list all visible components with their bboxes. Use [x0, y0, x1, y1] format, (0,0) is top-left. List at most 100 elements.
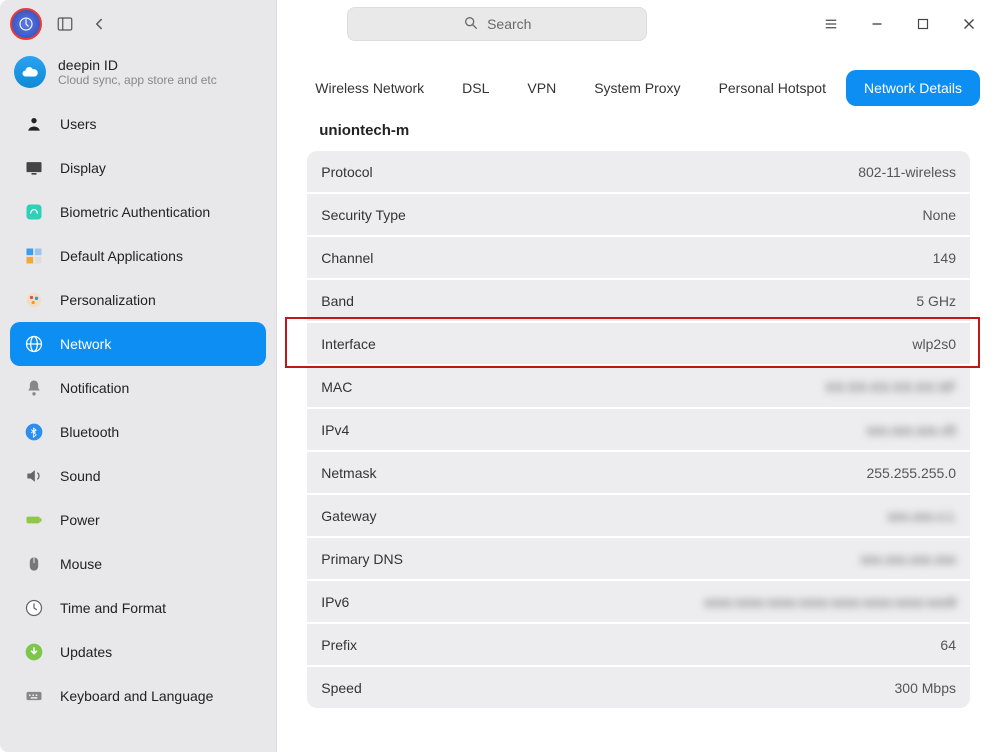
sidebar-item-label: Updates: [60, 644, 112, 660]
sidebar-item-label: Default Applications: [60, 248, 183, 264]
detail-label: Interface: [321, 336, 375, 352]
detail-value: xxx.xxx.xxx.x5: [867, 422, 956, 438]
menu-button[interactable]: [814, 7, 848, 41]
sidebar-header: [0, 0, 276, 48]
network-icon: [22, 332, 46, 356]
mouse-icon: [22, 552, 46, 576]
apps-icon: [22, 244, 46, 268]
tab-label: Network Details: [864, 80, 962, 96]
app-logo-icon: [10, 8, 42, 40]
detail-value: XX:XX:XX:XX:XX:XF: [825, 379, 956, 395]
detail-label: Primary DNS: [321, 551, 403, 567]
hamburger-icon: [822, 15, 840, 33]
detail-label: Protocol: [321, 164, 372, 180]
close-button[interactable]: [952, 7, 986, 41]
minimize-button[interactable]: [860, 7, 894, 41]
bluetooth-icon: [22, 420, 46, 444]
detail-label: Speed: [321, 680, 361, 696]
clock-icon: [22, 596, 46, 620]
maximize-icon: [914, 15, 932, 33]
tab-label: VPN: [527, 80, 556, 96]
detail-row: Band 5 GHz: [307, 280, 970, 321]
detail-row: Netmask255.255.255.0: [307, 452, 970, 493]
account-row[interactable]: deepin ID Cloud sync, app store and etc: [0, 48, 276, 96]
speaker-icon: [22, 464, 46, 488]
detail-label: MAC: [321, 379, 352, 395]
sidebar-item-label: Biometric Authentication: [60, 204, 210, 220]
detail-row: Primary DNS xxx.xxx.xxx.xxx: [307, 538, 970, 579]
search-icon: [463, 15, 479, 34]
sidebar-item-label: Personalization: [60, 292, 156, 308]
close-icon: [960, 15, 978, 33]
detail-value: xxx.xxx.x.L: [888, 508, 956, 524]
keyboard-icon: [22, 684, 46, 708]
minimize-icon: [868, 15, 886, 33]
sidebar-item-label: Display: [60, 160, 106, 176]
search-input[interactable]: Search: [347, 7, 647, 41]
sidebar-item-bluetooth[interactable]: Bluetooth: [10, 410, 266, 454]
tab-label: Wireless Network: [315, 80, 424, 96]
account-text: deepin ID Cloud sync, app store and etc: [58, 57, 217, 87]
sidebar-item-sound[interactable]: Sound: [10, 454, 266, 498]
tab-label: System Proxy: [594, 80, 680, 96]
sidebar-item-label: Network: [60, 336, 111, 352]
sidebar-item-default-apps[interactable]: Default Applications: [10, 234, 266, 278]
tab-system-proxy[interactable]: System Proxy: [576, 70, 698, 106]
sidebar-item-updates[interactable]: Updates: [10, 630, 266, 674]
sidebar-toggle-icon[interactable]: [54, 13, 76, 35]
battery-icon: [22, 508, 46, 532]
tab-label: Personal Hotspot: [719, 80, 826, 96]
bell-icon: [22, 376, 46, 400]
section-title: uniontech-m: [307, 120, 970, 151]
tab-vpn[interactable]: VPN: [509, 70, 574, 106]
sidebar-item-biometric[interactable]: Biometric Authentication: [10, 190, 266, 234]
detail-row: IPv4 xxx.xxx.xxx.x5: [307, 409, 970, 450]
sidebar-item-keyboard[interactable]: Keyboard and Language: [10, 674, 266, 718]
sidebar-item-label: Keyboard and Language: [60, 688, 213, 704]
account-sub: Cloud sync, app store and etc: [58, 73, 217, 87]
tab-wireless[interactable]: Wireless Network: [297, 70, 442, 106]
sidebar-item-power[interactable]: Power: [10, 498, 266, 542]
search-placeholder: Search: [487, 16, 531, 32]
detail-value: 255.255.255.0: [866, 465, 956, 481]
tab-personal-hotspot[interactable]: Personal Hotspot: [701, 70, 844, 106]
detail-value: 149: [933, 250, 956, 266]
detail-label: Band: [321, 293, 354, 309]
detail-row: IPv6 xxxx:xxxx:xxxx:xxxx:xxxx:xxxx:xxxx:x…: [307, 581, 970, 622]
detail-label: IPv6: [321, 594, 349, 610]
sidebar-item-label: Mouse: [60, 556, 102, 572]
fingerprint-icon: [22, 200, 46, 224]
paint-icon: [22, 288, 46, 312]
detail-label: Channel: [321, 250, 373, 266]
sidebar-item-label: Time and Format: [60, 600, 166, 616]
detail-value: xxx.xxx.xxx.xxx: [860, 551, 956, 567]
titlebar: Search: [277, 0, 1000, 48]
detail-label: Gateway: [321, 508, 376, 524]
sidebar-item-display[interactable]: Display: [10, 146, 266, 190]
sidebar-item-notification[interactable]: Notification: [10, 366, 266, 410]
detail-label: Security Type: [321, 207, 406, 223]
sidebar-item-mouse[interactable]: Mouse: [10, 542, 266, 586]
detail-row: Protocol802-11-wireless: [307, 151, 970, 192]
detail-value: 300 Mbps: [895, 680, 956, 696]
search-wrap: Search: [347, 7, 647, 41]
nav-list: Users Display Biometric Authentication D…: [0, 96, 276, 752]
detail-label: IPv4: [321, 422, 349, 438]
sidebar-item-personalization[interactable]: Personalization: [10, 278, 266, 322]
sidebar-item-users[interactable]: Users: [10, 102, 266, 146]
sidebar-item-network[interactable]: Network: [10, 322, 266, 366]
detail-value: xxxx:xxxx:xxxx:xxxx:xxxx:xxxx:xxxx:xxx9: [704, 594, 956, 610]
update-icon: [22, 640, 46, 664]
user-icon: [22, 112, 46, 136]
detail-row: Prefix64: [307, 624, 970, 665]
detail-value: None: [923, 207, 956, 223]
detail-value: 5 GHz: [916, 293, 956, 309]
sidebar-item-time[interactable]: Time and Format: [10, 586, 266, 630]
maximize-button[interactable]: [906, 7, 940, 41]
back-icon[interactable]: [88, 13, 110, 35]
detail-row: Speed 300 Mbps: [307, 667, 970, 708]
tab-dsl[interactable]: DSL: [444, 70, 507, 106]
tab-network-details[interactable]: Network Details: [846, 70, 980, 106]
tabs: Wireless Network DSL VPN System Proxy Pe…: [277, 48, 1000, 106]
sidebar: deepin ID Cloud sync, app store and etc …: [0, 0, 277, 752]
